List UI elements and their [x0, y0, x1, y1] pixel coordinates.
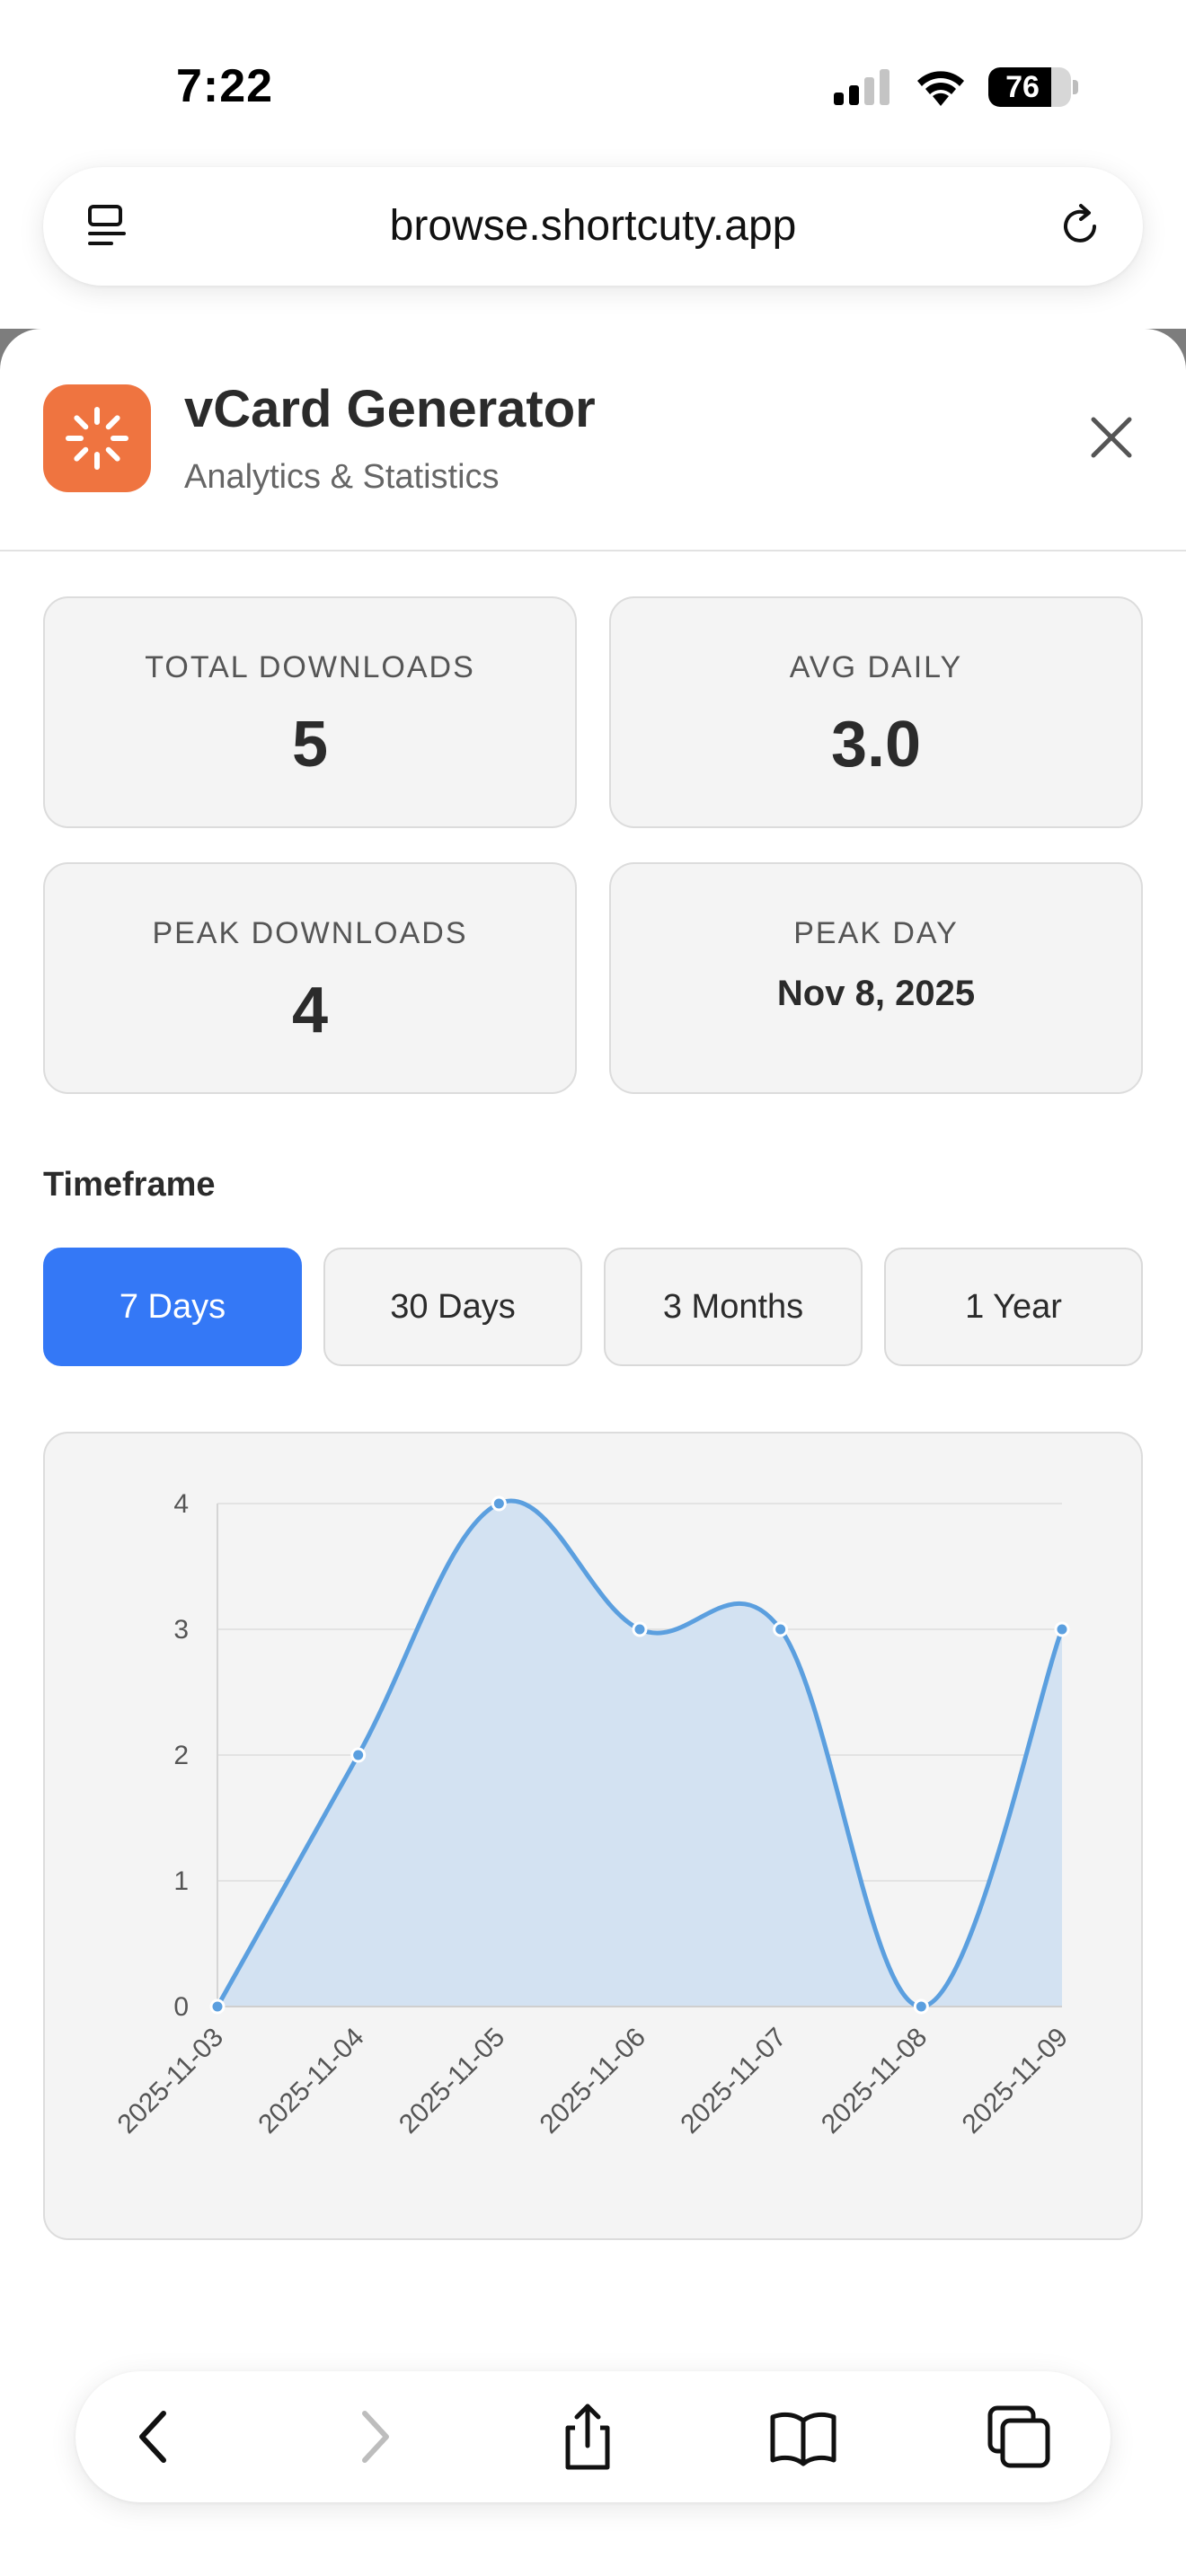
data-point-2025-11-03: [209, 1998, 226, 2015]
x-tick-label: 2025-11-03: [112, 2023, 229, 2139]
stat-value: 5: [291, 709, 329, 781]
tabs-icon[interactable]: [983, 2401, 1055, 2473]
stat-label: TOTAL DOWNLOADS: [145, 650, 475, 684]
timeframe-1-year[interactable]: 1 Year: [884, 1248, 1143, 1366]
x-tick-label: 2025-11-09: [957, 2023, 1074, 2139]
close-icon: [1091, 417, 1132, 458]
url-bar[interactable]: browse.shortcuty.app: [43, 167, 1143, 286]
stat-label: PEAK DOWNLOADS: [152, 916, 468, 950]
stat-value: 3.0: [830, 709, 922, 781]
timeframe-7-days[interactable]: 7 Days: [43, 1248, 302, 1366]
battery-icon: 76: [988, 67, 1071, 107]
timeframe-30-days[interactable]: 30 Days: [323, 1248, 582, 1366]
wifi-icon: [917, 71, 964, 106]
sheet-header: vCard Generator Analytics & Statistics: [0, 329, 1186, 551]
stat-value: Nov 8, 2025: [776, 974, 976, 1013]
stat-card-peak-downloads: PEAK DOWNLOADS 4: [43, 862, 577, 1094]
x-tick-label: 2025-11-04: [252, 2023, 369, 2139]
url-text[interactable]: browse.shortcuty.app: [43, 167, 1143, 286]
back-icon[interactable]: [120, 2401, 192, 2473]
data-point-2025-11-08: [913, 1998, 929, 2015]
y-tick-label: 0: [173, 1992, 189, 2022]
data-point-2025-11-09: [1054, 1621, 1070, 1637]
x-tick-label: 2025-11-07: [675, 2023, 792, 2139]
stat-card-avg-daily: AVG DAILY 3.0: [609, 596, 1143, 828]
x-tick-label: 2025-11-05: [394, 2023, 510, 2139]
x-tick-label: 2025-11-08: [816, 2023, 933, 2139]
status-time: 7:22: [176, 60, 274, 112]
battery-level: 76: [1005, 70, 1040, 104]
bookmarks-icon[interactable]: [767, 2401, 839, 2473]
data-point-2025-11-07: [773, 1621, 789, 1637]
app-title: vCard Generator: [184, 380, 596, 438]
stat-value: 4: [291, 975, 329, 1046]
share-icon[interactable]: [552, 2401, 624, 2473]
cellular-signal-icon: [834, 69, 890, 105]
app-icon: [43, 384, 151, 492]
reload-icon[interactable]: [1055, 201, 1105, 251]
y-tick-label: 1: [173, 1866, 189, 1896]
y-tick-label: 4: [173, 1489, 189, 1519]
data-point-2025-11-05: [491, 1495, 507, 1512]
downloads-chart: 0 1 2 3 4 2025-11-03 2025-11-04 2025-11-05 2025-…: [43, 1432, 1143, 2240]
y-tick-label: 2: [173, 1741, 189, 1770]
chart-area-fill: [217, 1500, 1062, 2007]
browser-toolbar: [75, 2371, 1111, 2502]
stat-card-peak-day: PEAK DAY Nov 8, 2025: [609, 862, 1143, 1094]
stat-label: PEAK DAY: [793, 916, 959, 950]
battery-nub: [1073, 80, 1078, 94]
forward-icon[interactable]: [336, 2401, 408, 2473]
downloads-chart-svg: 012342025-11-03 2025-11-04 2025-11-05 2025-…: [112, 1489, 1074, 2139]
stat-card-total-downloads: TOTAL DOWNLOADS 5: [43, 596, 577, 828]
loading-spinner-icon: [66, 407, 128, 470]
data-point-2025-11-04: [350, 1747, 367, 1763]
data-point-2025-11-06: [632, 1621, 648, 1637]
x-tick-label: 2025-11-06: [535, 2023, 651, 2139]
stat-label: AVG DAILY: [789, 650, 963, 684]
timeframe-3-months[interactable]: 3 Months: [604, 1248, 863, 1366]
app-subtitle: Analytics & Statistics: [184, 458, 500, 496]
status-icons: 76: [834, 65, 1078, 110]
status-bar: 7:22 76: [0, 0, 1186, 153]
close-button[interactable]: [1071, 397, 1152, 478]
timeframe-label: Timeframe: [43, 1166, 216, 1204]
y-tick-label: 3: [173, 1615, 189, 1645]
